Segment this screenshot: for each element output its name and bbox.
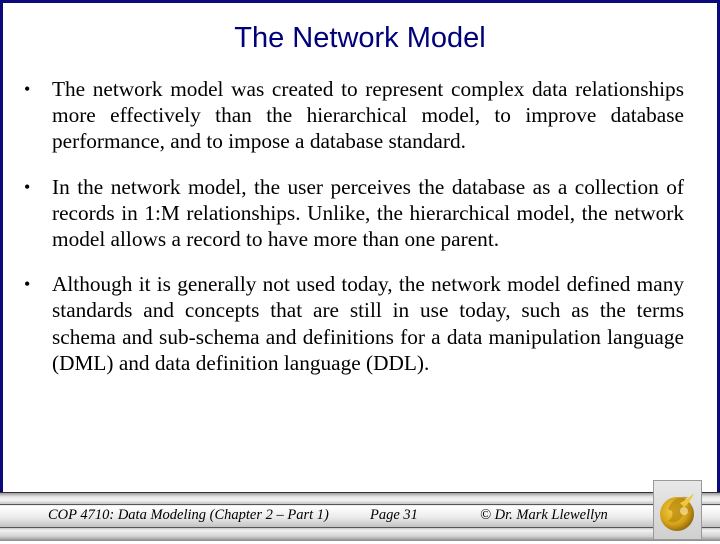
- footer-author: © Dr. Mark Llewellyn: [480, 507, 608, 523]
- bullet-item: • In the network model, the user perceiv…: [24, 174, 684, 253]
- bullet-icon: •: [24, 274, 31, 295]
- footer-divider: [0, 527, 720, 528]
- bullet-text: In the network model, the user perceives…: [52, 174, 684, 252]
- bullet-item: • The network model was created to repre…: [24, 76, 684, 155]
- bullet-item: • Although it is generally not used toda…: [24, 271, 684, 376]
- ucf-pegasus-logo-icon: [660, 493, 694, 531]
- bullet-list: • The network model was created to repre…: [24, 76, 684, 395]
- bullet-icon: •: [24, 79, 31, 99]
- footer-course: COP 4710: Data Modeling (Chapter 2 – Par…: [48, 507, 329, 523]
- logo-box: [653, 480, 702, 540]
- footer-page-number: Page 31: [370, 507, 418, 523]
- slide-title: The Network Model: [234, 22, 486, 54]
- bullet-text: The network model was created to represe…: [52, 77, 684, 154]
- bullet-icon: •: [24, 176, 31, 197]
- footer-divider: [0, 504, 720, 505]
- slide-footer: COP 4710: Data Modeling (Chapter 2 – Par…: [0, 492, 720, 541]
- bullet-text: Although it is generally not used today,…: [52, 272, 684, 375]
